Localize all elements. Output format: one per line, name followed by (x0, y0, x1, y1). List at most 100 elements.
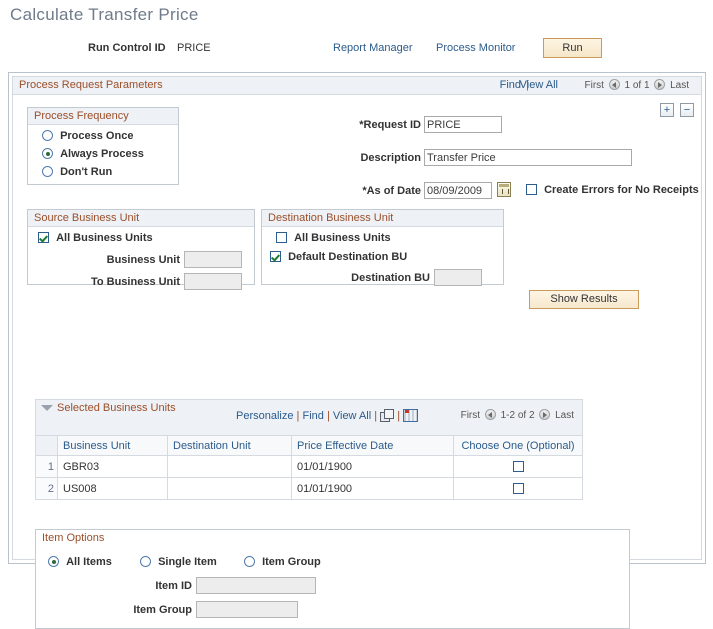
radio-always-process[interactable]: Always Process (42, 148, 144, 160)
process-frequency-title: Process Frequency (34, 110, 129, 122)
table-header-row: Business Unit Destination Unit Price Eff… (35, 435, 583, 456)
process-request-parameters-title: Process Request Parameters (19, 79, 163, 91)
description-input[interactable] (424, 149, 632, 166)
grid-row-navigator: First 1-2 of 2 Last (461, 409, 574, 421)
request-id-label: *Request ID (359, 119, 421, 131)
radio-single-item[interactable]: Single Item (140, 556, 217, 568)
grid-previous-page-icon[interactable] (484, 409, 496, 420)
source-business-unit-title: Source Business Unit (34, 212, 140, 224)
source-business-unit-group: Source Business Unit All Business Units … (27, 209, 255, 290)
destination-bu-label: Destination BU (351, 272, 430, 284)
cell-price-effective-date: 01/01/1900 (291, 455, 454, 478)
radio-all-items[interactable]: All Items (48, 556, 112, 568)
process-request-parameters-panel: Process Request Parameters Find | View A… (8, 72, 706, 629)
row-number: 2 (35, 477, 58, 500)
process-monitor-link[interactable]: Process Monitor (436, 42, 515, 54)
first-label[interactable]: First (584, 80, 603, 91)
grid-last-label[interactable]: Last (555, 410, 574, 421)
all-items-label: All Items (66, 556, 112, 568)
collapse-triangle-icon[interactable] (41, 405, 53, 411)
cell-destination-unit (167, 455, 292, 478)
source-to-business-unit-input[interactable] (184, 273, 242, 290)
grid-next-page-icon[interactable] (539, 409, 551, 420)
cell-destination-unit (167, 477, 292, 500)
run-control-id-value: PRICE (177, 42, 211, 54)
table-row: 2 US008 01/01/1900 (35, 477, 583, 500)
view-all-link[interactable]: View All (520, 79, 558, 91)
column-price-effective-date[interactable]: Price Effective Date (291, 435, 454, 456)
row-action-buttons: + − (657, 103, 694, 117)
delete-row-button[interactable]: − (680, 103, 694, 117)
source-business-unit-input[interactable] (184, 251, 242, 268)
process-frequency-group: Process Frequency Process Once Always Pr… (27, 107, 179, 185)
column-choose-one[interactable]: Choose One (Optional) (453, 435, 583, 456)
destination-all-business-units-label: All Business Units (294, 232, 391, 244)
process-frequency-header: Process Frequency (28, 108, 178, 125)
radio-process-once[interactable]: Process Once (42, 130, 133, 142)
radio-item-group[interactable]: Item Group (244, 556, 321, 568)
row-number: 1 (35, 455, 58, 478)
run-control-header: Run Control ID PRICE Report Manager Proc… (0, 38, 713, 62)
selected-business-units-header: Selected Business Units Personalize | Fi… (35, 399, 583, 435)
as-of-date-input[interactable] (424, 182, 492, 199)
request-id-input[interactable] (424, 116, 502, 133)
grid-link-separator-3: | (374, 410, 378, 422)
source-business-unit-header: Source Business Unit (28, 210, 254, 227)
choose-one-checkbox-icon[interactable] (512, 460, 524, 472)
always-process-radio-icon[interactable] (42, 148, 53, 159)
download-to-spreadsheet-icon[interactable] (403, 409, 419, 422)
show-results-button[interactable]: Show Results (529, 290, 639, 309)
default-destination-bu-checkbox-icon[interactable] (270, 251, 281, 262)
cell-business-unit: GBR03 (57, 455, 168, 478)
source-all-business-units-checkbox-icon[interactable] (38, 232, 49, 243)
destination-all-business-units-checkbox-icon[interactable] (276, 232, 287, 243)
source-all-business-units-row[interactable]: All Business Units (38, 232, 153, 244)
create-errors-checkbox-icon[interactable] (526, 184, 537, 195)
page-title: Calculate Transfer Price (10, 5, 199, 24)
grid-link-separator-4: | (397, 410, 401, 422)
grid-find-link[interactable]: Find (302, 410, 323, 422)
destination-bu-input[interactable] (434, 269, 482, 286)
process-request-parameters-inner: Process Request Parameters Find | View A… (12, 76, 702, 629)
cell-choose-one (453, 477, 583, 500)
destination-business-unit-title: Destination Business Unit (268, 212, 394, 224)
calendar-icon[interactable] (497, 182, 511, 197)
column-destination-unit[interactable]: Destination Unit (167, 435, 292, 456)
all-items-radio-icon[interactable] (48, 556, 59, 567)
process-once-radio-icon[interactable] (42, 130, 53, 141)
destination-all-business-units-row[interactable]: All Business Units (276, 232, 391, 244)
create-errors-label: Create Errors for No Receipts (544, 184, 699, 196)
find-link[interactable]: Find (500, 79, 521, 91)
grid-view-all-link[interactable]: View All (333, 410, 371, 422)
single-item-label: Single Item (158, 556, 217, 568)
run-button[interactable]: Run (543, 38, 602, 58)
next-page-icon[interactable] (654, 79, 666, 90)
destination-business-unit-group: Destination Business Unit All Business U… (261, 209, 504, 286)
default-destination-bu-label: Default Destination BU (288, 251, 408, 263)
grid-page-counter: 1-2 of 2 (500, 410, 535, 421)
report-manager-link[interactable]: Report Manager (333, 42, 413, 54)
item-group-input[interactable] (196, 601, 298, 618)
create-errors-checkbox-row[interactable]: Create Errors for No Receipts (526, 184, 699, 196)
personalize-link[interactable]: Personalize (236, 410, 293, 422)
dont-run-radio-icon[interactable] (42, 166, 53, 177)
process-request-parameters-header: Process Request Parameters Find | View A… (13, 77, 701, 95)
expand-window-icon[interactable] (380, 409, 395, 422)
cell-price-effective-date: 01/01/1900 (291, 477, 454, 500)
item-options-title: Item Options (42, 532, 105, 544)
as-of-date-label: *As of Date (362, 185, 421, 197)
grid-first-label[interactable]: First (461, 410, 480, 421)
choose-one-checkbox-icon[interactable] (512, 482, 524, 494)
item-id-input[interactable] (196, 577, 316, 594)
item-group-radio-icon[interactable] (244, 556, 255, 567)
radio-dont-run[interactable]: Don't Run (42, 166, 112, 178)
last-label[interactable]: Last (670, 80, 689, 91)
default-destination-bu-row[interactable]: Default Destination BU (270, 251, 407, 263)
cell-business-unit: US008 (57, 477, 168, 500)
previous-page-icon[interactable] (608, 79, 620, 90)
column-business-unit[interactable]: Business Unit (57, 435, 168, 456)
single-item-radio-icon[interactable] (140, 556, 151, 567)
selected-business-units-table: Business Unit Destination Unit Price Eff… (35, 435, 583, 500)
add-row-button[interactable]: + (659, 103, 674, 117)
item-options-group: Item Options All Items Single Item Item … (35, 529, 630, 629)
